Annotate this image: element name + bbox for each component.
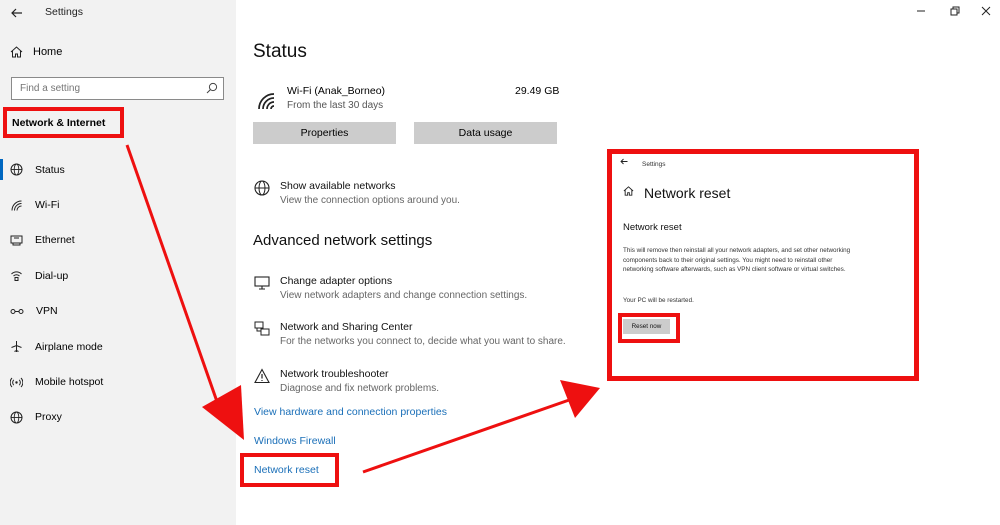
arrow-head-right bbox=[560, 380, 600, 418]
arrow-line-right bbox=[362, 397, 573, 474]
arrow-line-left bbox=[125, 144, 223, 414]
settings-window: Settings Home Network & Internet bbox=[0, 0, 1000, 525]
annotation-arrows bbox=[125, 144, 600, 474]
arrow-head-left bbox=[202, 385, 244, 440]
